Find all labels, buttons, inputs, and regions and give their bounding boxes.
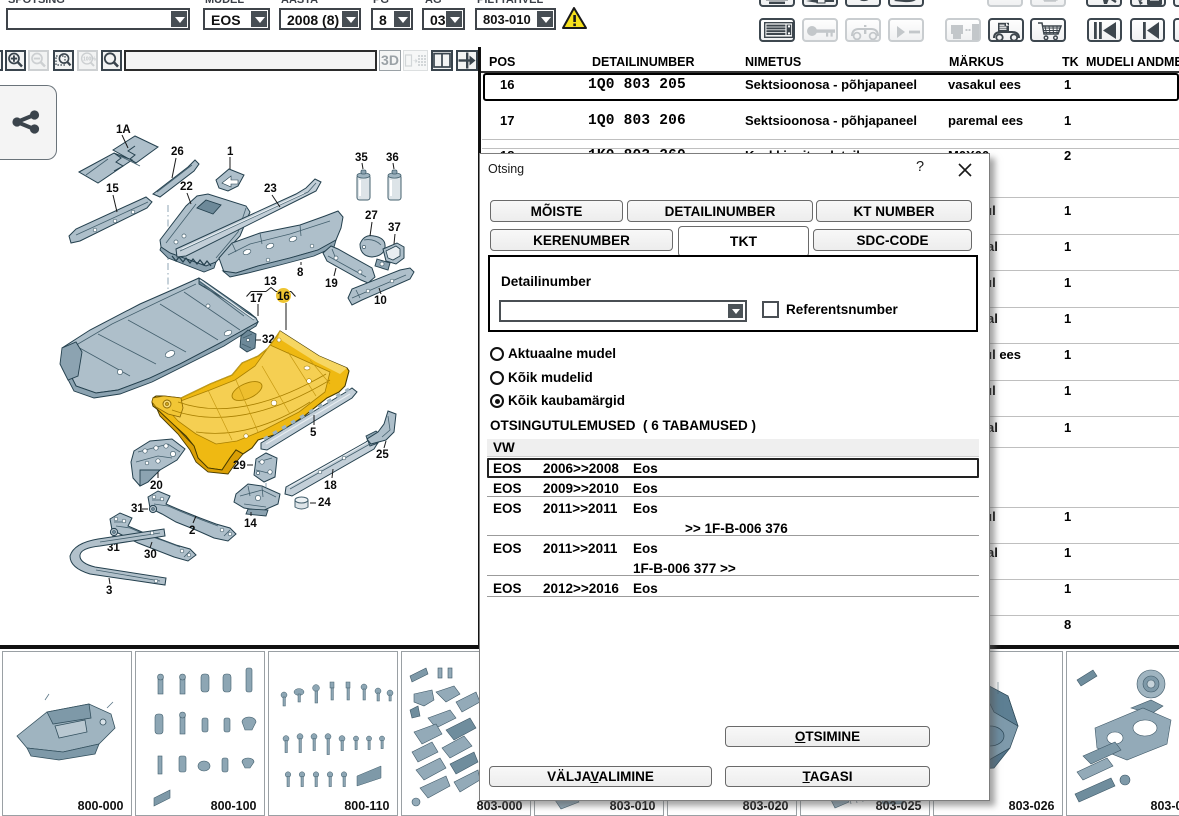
svg-text:1: 1 xyxy=(227,146,234,158)
svg-text:29: 29 xyxy=(233,460,246,472)
svg-text:23: 23 xyxy=(264,183,277,195)
svg-text:16: 16 xyxy=(277,291,290,303)
svg-text:3: 3 xyxy=(106,585,112,597)
svg-text:25: 25 xyxy=(376,449,389,461)
svg-text:35: 35 xyxy=(355,152,368,164)
svg-text:30: 30 xyxy=(144,549,157,561)
svg-text:15: 15 xyxy=(106,183,119,195)
svg-text:20: 20 xyxy=(150,480,163,492)
svg-text:27: 27 xyxy=(365,210,378,222)
svg-text:1A: 1A xyxy=(116,124,131,136)
svg-text:24: 24 xyxy=(318,497,331,509)
svg-text:2: 2 xyxy=(189,525,195,537)
svg-text:22: 22 xyxy=(180,181,193,193)
svg-text:10: 10 xyxy=(374,295,387,307)
svg-text:37: 37 xyxy=(388,222,401,234)
svg-text:18: 18 xyxy=(324,480,337,492)
svg-text:100%: 100% xyxy=(83,57,96,63)
svg-text:17: 17 xyxy=(250,293,263,305)
svg-text:36: 36 xyxy=(386,152,399,164)
svg-text:14: 14 xyxy=(244,518,257,530)
svg-text:5: 5 xyxy=(310,427,317,439)
svg-text:19: 19 xyxy=(325,278,338,290)
svg-text:13: 13 xyxy=(264,276,277,288)
svg-text:8: 8 xyxy=(297,267,304,279)
svg-text:26: 26 xyxy=(171,146,184,158)
